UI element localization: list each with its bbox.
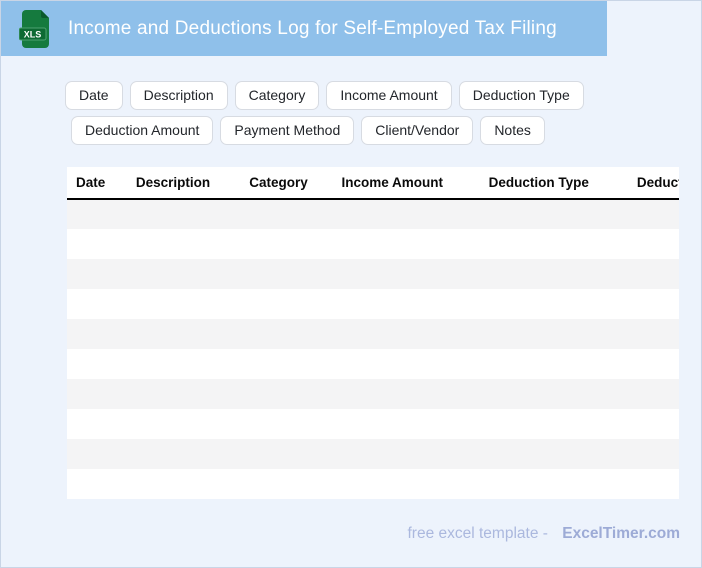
table-row: [67, 199, 679, 229]
col-header-income-amount: Income Amount: [333, 167, 480, 199]
table-row: [67, 439, 679, 469]
chip-client-vendor[interactable]: Client/Vendor: [361, 116, 473, 145]
table-header-row: Date Description Category Income Amount …: [67, 167, 679, 199]
chip-description[interactable]: Description: [130, 81, 228, 110]
table-row: [67, 409, 679, 439]
chip-income-amount[interactable]: Income Amount: [326, 81, 451, 110]
footer-credit: free excel template - ExcelTimer.com: [1, 525, 701, 543]
table-row: [67, 319, 679, 349]
col-header-date: Date: [67, 167, 127, 199]
table-row: [67, 289, 679, 319]
chip-deduction-type[interactable]: Deduction Type: [459, 81, 584, 110]
xls-file-icon: XLS: [19, 9, 51, 49]
page-title: Income and Deductions Log for Self-Emplo…: [68, 18, 557, 40]
chip-deduction-amount[interactable]: Deduction Amount: [71, 116, 213, 145]
footer-text: free excel template -: [407, 525, 547, 542]
table-row: [67, 259, 679, 289]
table-row: [67, 469, 679, 499]
table-row: [67, 349, 679, 379]
col-header-category: Category: [240, 167, 332, 199]
chip-payment-method[interactable]: Payment Method: [220, 116, 354, 145]
header-bar: XLS Income and Deductions Log for Self-E…: [1, 1, 607, 56]
column-chips: Date Description Category Income Amount …: [1, 81, 701, 145]
table-row: [67, 229, 679, 259]
col-header-deduction-amount: Deduction Amount: [628, 167, 679, 199]
table-row: [67, 379, 679, 409]
chip-row-1: Date Description Category Income Amount …: [65, 81, 701, 110]
chip-date[interactable]: Date: [65, 81, 123, 110]
spreadsheet-preview: Date Description Category Income Amount …: [67, 167, 679, 499]
xls-badge-text: XLS: [24, 29, 42, 39]
chip-notes[interactable]: Notes: [480, 116, 545, 145]
footer-brand-link[interactable]: ExcelTimer.com: [562, 525, 680, 542]
chip-row-2: Deduction Amount Payment Method Client/V…: [65, 116, 701, 145]
col-header-description: Description: [127, 167, 240, 199]
log-table: Date Description Category Income Amount …: [67, 167, 679, 499]
chip-category[interactable]: Category: [235, 81, 320, 110]
col-header-deduction-type: Deduction Type: [480, 167, 628, 199]
